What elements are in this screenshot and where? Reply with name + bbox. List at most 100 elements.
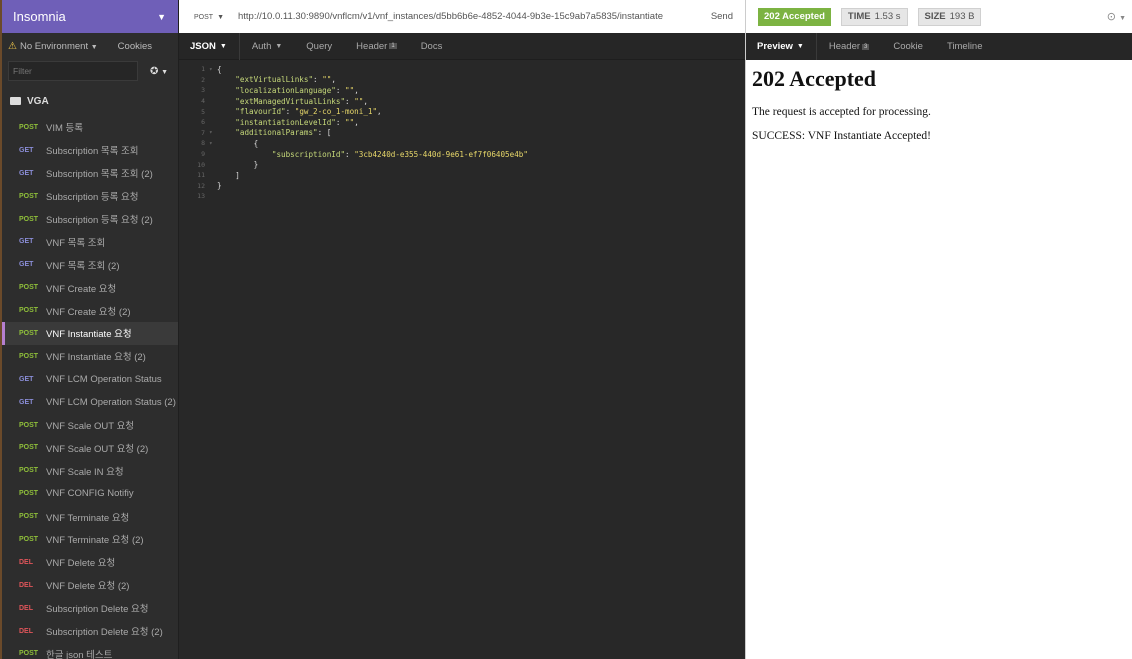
tab-header[interactable]: Header 3: [817, 33, 882, 60]
folder-vga[interactable]: VGA: [2, 86, 178, 116]
tab-label: Auth: [251, 40, 272, 52]
method-badge: GET: [19, 375, 34, 383]
method-badge: POST: [19, 421, 39, 429]
chevron-down-icon: ▼: [217, 14, 224, 21]
tab-label: Preview: [757, 41, 793, 52]
tab-cookie[interactable]: Cookie: [881, 33, 935, 60]
filter-input[interactable]: [8, 61, 138, 81]
request-label: Subscription 목록 조회 (2): [46, 169, 153, 181]
method-badge: DEL: [19, 627, 33, 635]
warning-icon: ⚠: [8, 40, 17, 52]
line-number: 4: [201, 97, 205, 106]
request-list: POST VIM 등록 GET Subscription 목록 조회 GET Subscr…: [2, 116, 178, 659]
sidebar-request-item[interactable]: DEL VNF Delete 요청: [2, 551, 178, 574]
method-selector[interactable]: POST ▼: [190, 11, 224, 22]
method-badge: POST: [19, 307, 39, 315]
sidebar-request-item[interactable]: POST VNF Terminate 요청: [2, 505, 178, 528]
code-text: {: [217, 64, 222, 74]
tab-label: Header: [828, 41, 861, 52]
line-number: 10: [197, 160, 205, 169]
method-badge: GET: [19, 398, 34, 406]
sidebar-request-item[interactable]: POST VNF Instantiate 요청 (2): [2, 345, 178, 368]
code-line: 7 ▾ "additionalParams": [: [179, 128, 745, 139]
app-title: Insomnia: [13, 9, 66, 24]
code-text: "instantiationLevelId": "",: [235, 117, 359, 127]
request-label: VNF Delete 요청 (2): [46, 581, 130, 593]
method-badge: POST: [19, 535, 39, 543]
time-badge: TIME 1.53 s: [840, 7, 908, 26]
sidebar-request-item[interactable]: POST VNF Instantiate 요청: [2, 322, 178, 345]
url-input[interactable]: http://10.0.11.30:9890/vnflcm/v1/vnf_ins…: [238, 11, 711, 22]
send-button[interactable]: Send: [711, 11, 733, 22]
url-bar: POST ▼ http://10.0.11.30:9890/vnflcm/v1/v…: [179, 0, 745, 33]
response-preview: 202 Accepted The request is accepted for…: [746, 60, 1132, 160]
sidebar-request-item[interactable]: POST VNF Create 요청 (2): [2, 299, 178, 322]
sidebar-request-item[interactable]: POST VIM 등록: [2, 116, 178, 139]
tab-label: Query: [306, 40, 333, 52]
sidebar-request-item[interactable]: GET VNF LCM Operation Status (2): [2, 391, 178, 414]
method-badge: GET: [19, 261, 34, 269]
chevron-down-icon: ▼: [275, 42, 283, 50]
tab-label: Header: [356, 40, 388, 52]
request-label: Subscription Delete 요청 (2): [46, 627, 163, 639]
preview-paragraph: The request is accepted for processing.: [752, 106, 931, 118]
code-line: 2 "extVirtualLinks": "",: [179, 75, 745, 86]
sidebar-request-item[interactable]: POST 한글 json 테스트: [2, 642, 178, 659]
tab-preview[interactable]: Preview ▼: [746, 33, 817, 60]
tab-query[interactable]: Query: [294, 33, 344, 60]
tab-timeline[interactable]: Timeline: [935, 33, 995, 60]
tab-docs[interactable]: Docs: [409, 33, 455, 60]
sidebar-request-item[interactable]: GET VNF 목록 조회: [2, 230, 178, 253]
sidebar-request-item[interactable]: POST VNF Scale OUT 요청 (2): [2, 436, 178, 459]
fold-arrow-icon[interactable]: ▾: [209, 66, 217, 73]
chevron-down-icon: ▼: [796, 43, 804, 50]
request-label: VNF Scale OUT 요청 (2): [46, 443, 149, 455]
response-tabs: Preview ▼ Header 3 Cookie Timeline: [746, 33, 1132, 60]
request-label: VNF CONFIG Notifiy: [46, 488, 134, 500]
method-badge: POST: [19, 444, 39, 452]
size-badge: SIZE 193 B: [917, 7, 982, 26]
sidebar-request-item[interactable]: POST VNF Scale OUT 요청: [2, 414, 178, 437]
workspace-menu[interactable]: Insomnia ▼: [2, 0, 178, 33]
line-number: 3: [201, 86, 205, 95]
cookies-button[interactable]: Cookies: [118, 41, 152, 52]
method-badge: POST: [19, 215, 39, 223]
request-label: Subscription 등록 요청: [46, 192, 139, 204]
history-button[interactable]: ⊙ ▼: [1107, 10, 1126, 23]
environment-selector[interactable]: ⚠ No Environment ▼: [8, 41, 98, 52]
sidebar-request-item[interactable]: POST VNF CONFIG Notifiy: [2, 482, 178, 505]
sidebar-request-item[interactable]: POST VNF Scale IN 요청: [2, 459, 178, 482]
add-menu-button[interactable]: ✪ ▼: [150, 66, 168, 77]
fold-arrow-icon[interactable]: ▾: [209, 140, 217, 147]
code-text: ]: [217, 170, 240, 180]
tab-header[interactable]: Header 1: [344, 33, 409, 60]
body-editor[interactable]: 1 ▾{2 "extVirtualLinks": "", 3 "localizati…: [179, 60, 745, 202]
sidebar-request-item[interactable]: POST Subscription 등록 요청: [2, 185, 178, 208]
code-text: "localizationLanguage": "",: [235, 85, 359, 95]
code-line: 9 "subscriptionId": "3cb4240d-e355-440d-…: [179, 149, 745, 160]
method-badge: POST: [19, 467, 39, 475]
sidebar-request-item[interactable]: DEL Subscription Delete 요청: [2, 597, 178, 620]
sidebar-request-item[interactable]: GET Subscription 목록 조회 (2): [2, 162, 178, 185]
sidebar-request-item[interactable]: GET VNF LCM Operation Status: [2, 368, 178, 391]
sidebar-request-item[interactable]: GET Subscription 목록 조회: [2, 139, 178, 162]
sidebar-request-item[interactable]: GET VNF 목록 조회 (2): [2, 253, 178, 276]
line-number: 5: [201, 107, 205, 116]
sidebar-request-item[interactable]: DEL Subscription Delete 요청 (2): [2, 620, 178, 643]
request-label: VNF Scale OUT 요청: [46, 421, 135, 433]
sidebar-request-item[interactable]: POST VNF Create 요청: [2, 276, 178, 299]
tab-label: Docs: [420, 40, 443, 52]
tab-json[interactable]: JSON ▼: [179, 32, 240, 60]
sidebar-request-item[interactable]: POST Subscription 등록 요청 (2): [2, 208, 178, 231]
request-label: VNF Scale IN 요청: [46, 466, 124, 478]
request-label: VNF Create 요청: [46, 283, 117, 295]
fold-arrow-icon[interactable]: ▾: [209, 129, 217, 136]
method-badge: POST: [19, 513, 39, 521]
chevron-down-icon: ▼: [219, 42, 227, 50]
sidebar-request-item[interactable]: DEL VNF Delete 요청 (2): [2, 574, 178, 597]
request-label: VNF Terminate 요청: [46, 512, 130, 524]
response-pane: 202 Accepted TIME 1.53 s SIZE 193 B ⊙ ▼ Pr…: [745, 0, 1132, 659]
sidebar-request-item[interactable]: POST VNF Terminate 요청 (2): [2, 528, 178, 551]
method-badge: DEL: [19, 581, 33, 589]
tab-auth[interactable]: Auth ▼: [240, 33, 294, 60]
